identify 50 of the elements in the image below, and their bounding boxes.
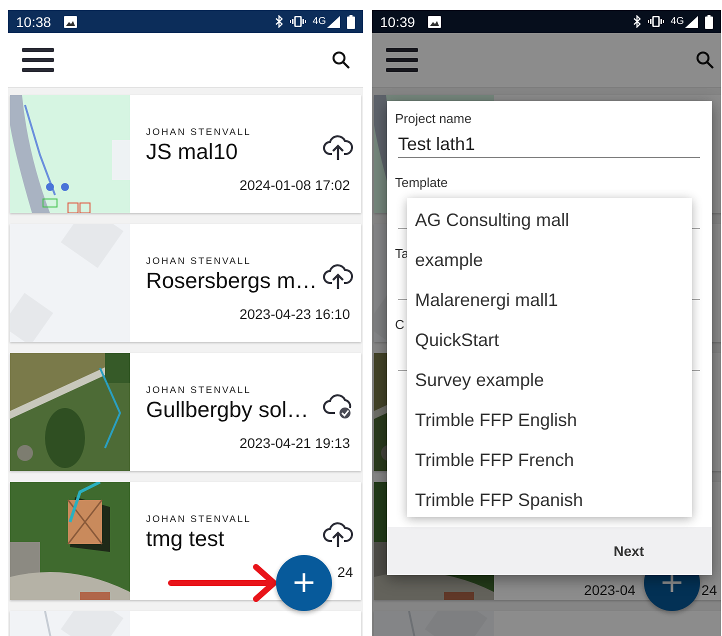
bluetooth-icon (632, 15, 641, 28)
signal-icon (685, 16, 698, 28)
project-owner: JOHAN STENVALL (146, 385, 252, 396)
clock-time: 10:38 (16, 14, 52, 30)
project-name: Gullbergby sol… (146, 397, 310, 423)
project-date: 2023-04-21 19:13 (239, 435, 350, 451)
project-card[interactable]: JOHAN STENVALL JS mal10 2024-01-08 17:02 (10, 95, 361, 213)
search-icon[interactable] (332, 51, 350, 69)
project-date: 2023-04-23 16:10 (239, 306, 350, 322)
dropdown-option[interactable]: Trimble FFP English (407, 400, 692, 440)
project-name: JS mal10 (146, 139, 239, 165)
cloud-upload-icon[interactable] (323, 522, 353, 548)
battery-icon (347, 14, 355, 28)
dropdown-option[interactable]: example (407, 240, 692, 280)
network-type: 4G (670, 16, 684, 27)
project-date: 2023-04 (584, 582, 636, 598)
cloud-upload-icon[interactable] (323, 135, 353, 161)
clock-time: 10:39 (380, 14, 416, 30)
project-card[interactable]: JOHAN STENVALL Gullbergby sol… 2023-04-21 19:13 (10, 353, 361, 471)
vibrate-icon (290, 16, 306, 27)
field-label: Project name (395, 111, 473, 126)
dropdown-option[interactable]: Survey example (407, 360, 692, 400)
field-label: C (395, 317, 406, 332)
project-date: 24 (337, 564, 353, 580)
dropdown-option[interactable]: Trimble FFP Spanish (407, 480, 692, 520)
network-type: 4G (312, 16, 326, 27)
signal-icon (327, 16, 340, 28)
search-icon[interactable] (696, 51, 714, 69)
cloud-check-icon[interactable] (323, 393, 353, 419)
dropdown-option[interactable]: AG Consulting mall (407, 200, 692, 240)
cloud-upload-icon[interactable] (323, 264, 353, 290)
project-date: 24 (701, 582, 717, 598)
dropdown-option[interactable]: QuickStart (407, 320, 692, 360)
project-owner: JOHAN STENVALL (146, 514, 252, 525)
project-name: Rosersbergs m… (146, 268, 318, 294)
project-owner: JOHAN STENVALL (146, 127, 252, 138)
project-date: 2024-01-08 17:02 (239, 177, 350, 193)
field-label: Template (395, 175, 449, 190)
project-card[interactable]: JOHAN STENVALL Rosersbergs m… 2023-04-23 16:10 (10, 224, 361, 342)
vibrate-icon (648, 16, 664, 27)
dropdown-option[interactable]: Malarenergi mall1 (407, 280, 692, 320)
project-name: tmg test (146, 526, 226, 552)
menu-icon[interactable] (22, 48, 54, 72)
dropdown-option[interactable]: Trimble FFP French (407, 440, 692, 480)
bluetooth-icon (274, 15, 283, 28)
battery-icon (705, 14, 713, 28)
project-owner: JOHAN STENVALL (146, 256, 252, 267)
text-field[interactable]: Test lath1 (398, 134, 700, 158)
image-icon (428, 16, 442, 28)
image-icon (64, 16, 78, 28)
